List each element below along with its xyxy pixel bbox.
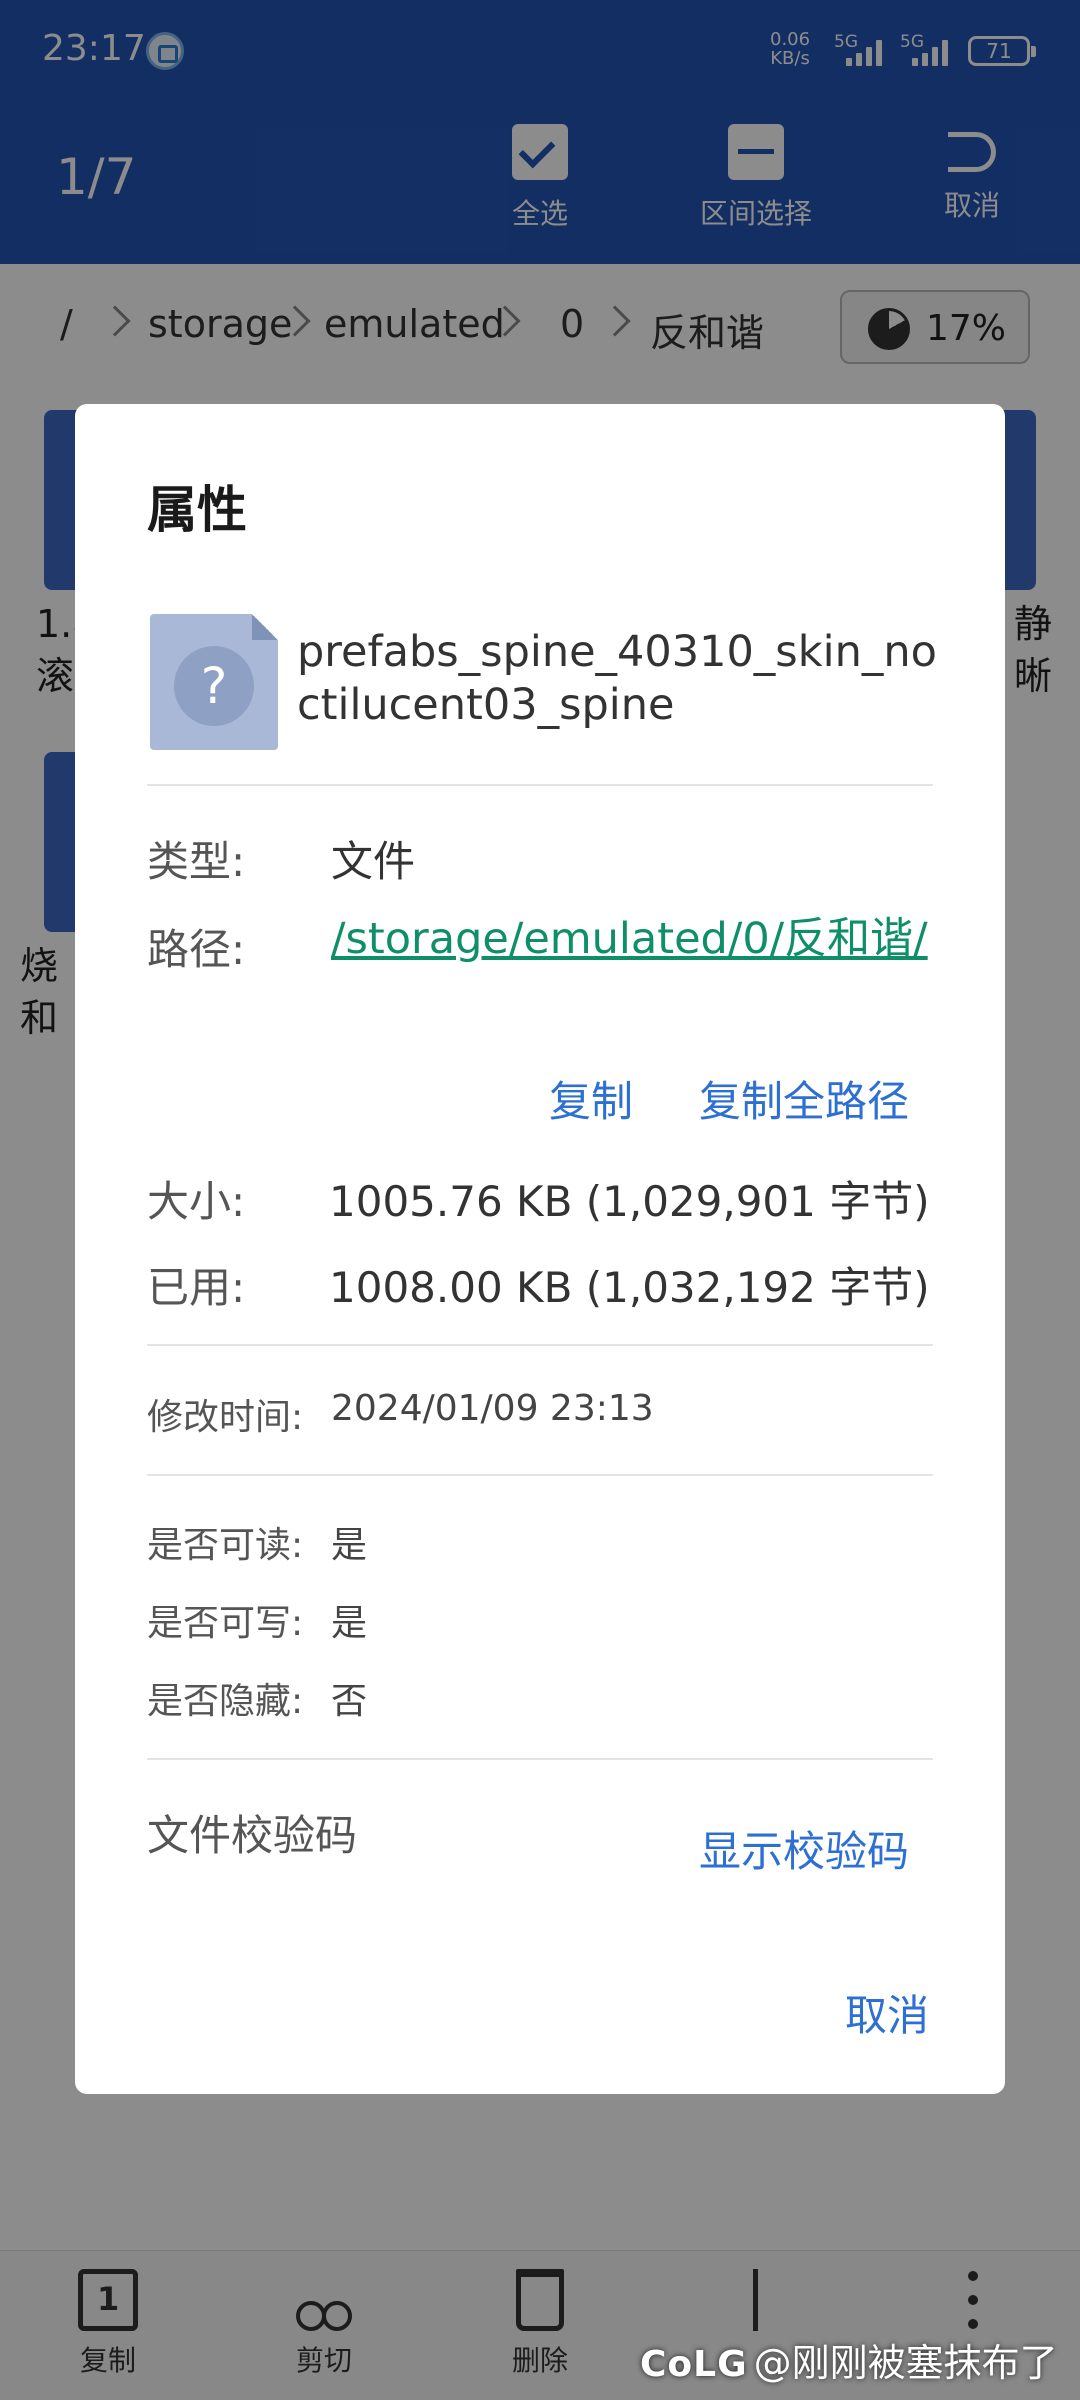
path-link[interactable]: /storage/emulated/0/反和谐/ <box>331 912 931 966</box>
copy-button[interactable]: 复制 <box>549 1068 633 1129</box>
divider <box>147 784 933 786</box>
divider <box>147 1758 933 1760</box>
writable-label: 是否可写: <box>147 1603 304 1644</box>
type-value: 文件 <box>331 837 416 886</box>
modified-time-value: 2024/01/09 23:13 <box>331 1388 654 1429</box>
copy-full-path-button[interactable]: 复制全路径 <box>699 1068 909 1129</box>
dialog-title: 属性 <box>147 481 247 539</box>
divider <box>147 1344 933 1346</box>
readable-label: 是否可读: <box>147 1525 304 1566</box>
used-value: 1008.00 KB (1,032,192 字节) <box>329 1263 930 1312</box>
file-name: prefabs_spine_40310_skin_noctilucent03_s… <box>297 627 937 730</box>
checksum-label: 文件校验码 <box>147 1811 358 1860</box>
size-value: 1005.76 KB (1,029,901 字节) <box>329 1177 930 1226</box>
unknown-file-icon: ? <box>150 614 278 750</box>
hidden-label: 是否隐藏: <box>147 1681 304 1722</box>
hidden-value: 否 <box>331 1681 368 1722</box>
cancel-button[interactable]: 取消 <box>845 1982 929 2043</box>
properties-dialog: 属性 ? prefabs_spine_40310_skin_noctilucen… <box>75 404 1005 2094</box>
used-label: 已用: <box>147 1263 246 1312</box>
divider <box>147 1474 933 1476</box>
type-label: 类型: <box>147 837 246 886</box>
modified-time-label: 修改时间: <box>147 1397 304 1438</box>
size-label: 大小: <box>147 1177 246 1226</box>
watermark-logo: CoLG <box>640 2344 748 2385</box>
watermark: CoLG @刚刚被塞抹布了 <box>640 2332 1058 2387</box>
readable-value: 是 <box>331 1525 368 1566</box>
writable-value: 是 <box>331 1603 368 1644</box>
path-label: 路径: <box>147 925 246 974</box>
show-checksum-button[interactable]: 显示校验码 <box>699 1818 909 1879</box>
watermark-text: @刚刚被塞抹布了 <box>753 2341 1058 2385</box>
